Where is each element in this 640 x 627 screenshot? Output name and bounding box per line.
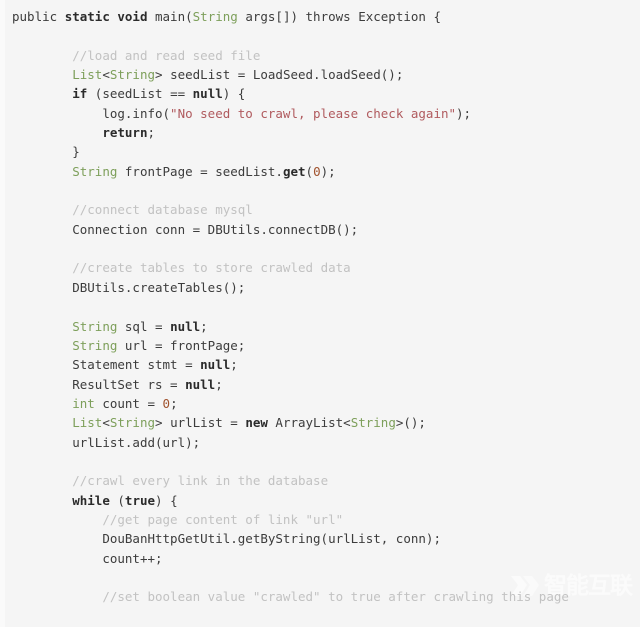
code-token-kw: return — [102, 125, 148, 141]
code-line: if (seedList == null) { — [0, 84, 640, 103]
code-token-plain: DBUtils.createTables(); — [72, 279, 246, 295]
code-token-type: String — [72, 318, 118, 334]
code-token-plain: DouBanHttpGetUtil.getByString(urlList, c… — [102, 531, 441, 547]
code-token-plain: (seedList == — [87, 86, 193, 102]
code-token-plain: sql = — [117, 318, 171, 334]
code-token-plain: url = frontPage; — [117, 337, 246, 353]
code-token-plain: args[]) throws Exception { — [237, 9, 441, 24]
code-token-plain: ; — [200, 318, 208, 334]
code-token-plain: ); — [456, 105, 472, 121]
code-token-type: String — [109, 415, 156, 431]
code-line: while (true) { — [0, 491, 640, 510]
code-token-type: String — [109, 67, 156, 83]
code-token-kw: new — [245, 415, 268, 431]
code-token-plain: count++; — [102, 550, 163, 566]
code-token-plain: > urlList = — [155, 415, 246, 431]
code-token-plain: ) { — [222, 86, 246, 102]
code-token-plain: ; — [215, 376, 223, 392]
code-line: int count = 0; — [0, 394, 640, 413]
code-token-comment: //crawl every link in the database — [72, 473, 329, 489]
code-line: urlList.add(url); — [0, 433, 640, 452]
code-token-kw: null — [200, 357, 231, 373]
code-token-plain: ; — [147, 125, 155, 141]
code-token-type: String — [192, 9, 238, 24]
source-code-block: public static void main(String args[]) t… — [0, 7, 640, 607]
code-token-plain: count = — [94, 395, 163, 411]
code-token-plain: ( — [305, 163, 314, 179]
code-token-plain: public — [12, 9, 65, 24]
code-token-plain: ResultSet rs = — [72, 376, 186, 392]
code-token-type: String — [350, 415, 396, 431]
code-token-plain: < — [102, 67, 110, 83]
code-token-type: List — [72, 67, 103, 83]
code-token-plain: ; — [170, 395, 178, 411]
code-token-kw: if — [72, 86, 88, 102]
code-token-kw: true — [124, 492, 156, 508]
left-gutter-stripe — [0, 0, 5, 627]
code-line: DBUtils.createTables(); — [0, 278, 640, 297]
code-token-number: 0 — [162, 395, 171, 411]
code-line: List<String> seedList = LoadSeed.loadSee… — [0, 65, 640, 84]
code-snippet-viewer: 智能互联 public static void main(String args… — [0, 0, 640, 627]
code-line: log.info("No seed to crawl, please check… — [0, 104, 640, 123]
code-line: //load and read seed file — [0, 46, 640, 65]
code-line: return; — [0, 123, 640, 142]
code-token-plain: ArrayList< — [267, 415, 351, 431]
code-line: String url = frontPage; — [0, 336, 640, 355]
code-line: //set boolean value "crawled" to true af… — [0, 587, 640, 606]
code-token-plain: ) { — [155, 492, 178, 508]
code-line: } — [0, 142, 640, 161]
code-token-kw: while — [72, 492, 110, 508]
code-token-plain: } — [72, 144, 80, 160]
code-token-comment: //create tables to store crawled data — [72, 260, 351, 276]
code-token-plain: log.info( — [102, 105, 171, 121]
code-line: //crawl every link in the database — [0, 471, 640, 490]
code-line: List<String> urlList = new ArrayList<Str… — [0, 413, 640, 432]
code-token-plain: ; — [230, 357, 238, 373]
code-token-plain: Connection conn = DBUtils.connectDB(); — [72, 221, 359, 237]
code-token-type: String — [72, 163, 118, 179]
code-token-plain: < — [102, 415, 110, 431]
code-token-plain: urlList.add(url); — [72, 434, 201, 450]
code-line: DouBanHttpGetUtil.getByString(urlList, c… — [0, 529, 640, 548]
code-token-plain: main( — [155, 9, 193, 24]
code-line: //get page content of link "url" — [0, 510, 640, 529]
code-line: //create tables to store crawled data — [0, 258, 640, 277]
code-token-kw: null — [170, 318, 201, 334]
code-token-comment: //load and read seed file — [72, 47, 261, 63]
code-token-plain: Statement stmt = — [72, 357, 201, 373]
code-token-type: String — [72, 337, 118, 353]
code-token-type: List — [72, 415, 103, 431]
code-line: //connect database mysql — [0, 200, 640, 219]
code-line: Connection conn = DBUtils.connectDB(); — [0, 220, 640, 239]
code-token-kw: static void — [64, 9, 155, 24]
code-token-plain: > seedList = LoadSeed.loadSeed(); — [155, 67, 404, 83]
code-token-number: 0 — [313, 163, 321, 179]
code-token-comment: //get page content of link "url" — [102, 511, 344, 527]
code-line: Statement stmt = null; — [0, 355, 640, 374]
code-token-comment: //set boolean value "crawled" to true af… — [102, 589, 569, 605]
code-token-kw: null — [192, 86, 223, 102]
code-token-kw: get — [282, 163, 306, 179]
code-token-comment: //connect database mysql — [72, 202, 253, 218]
code-line: String frontPage = seedList.get(0); — [0, 162, 640, 181]
code-token-plain: >(); — [395, 415, 426, 431]
code-token-string: "No seed to crawl, please check again" — [170, 105, 457, 121]
code-line: count++; — [0, 549, 640, 568]
code-line: public static void main(String args[]) t… — [0, 7, 640, 26]
code-token-plain: ( — [109, 492, 125, 508]
code-token-type: int — [72, 395, 95, 411]
code-line: String sql = null; — [0, 317, 640, 336]
code-token-plain: frontPage = seedList. — [117, 163, 283, 179]
code-line: ResultSet rs = null; — [0, 375, 640, 394]
code-token-plain: ); — [320, 163, 336, 179]
code-token-kw: null — [185, 376, 216, 392]
